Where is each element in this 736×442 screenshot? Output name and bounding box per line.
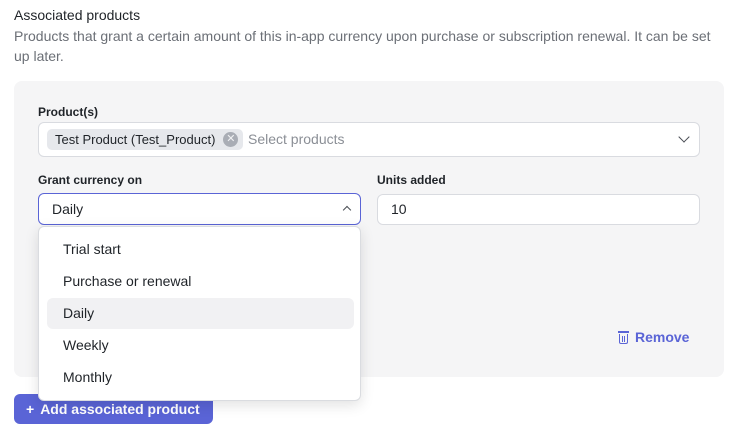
- close-circle-icon[interactable]: ✕: [223, 132, 239, 147]
- products-multiselect[interactable]: Test Product (Test_Product) ✕ Select pro…: [38, 122, 700, 157]
- products-label: Product(s): [38, 105, 98, 119]
- section-title: Associated products: [14, 7, 141, 23]
- option-monthly[interactable]: Monthly: [47, 362, 354, 393]
- grant-currency-dropdown: Trial start Purchase or renewal Daily We…: [38, 226, 361, 401]
- option-weekly[interactable]: Weekly: [47, 330, 354, 361]
- units-added-label: Units added: [377, 173, 446, 187]
- grant-currency-select[interactable]: Daily: [38, 193, 361, 225]
- remove-label: Remove: [635, 329, 690, 345]
- option-purchase-or-renewal[interactable]: Purchase or renewal: [47, 266, 354, 297]
- product-chip-label: Test Product (Test_Product): [55, 132, 216, 147]
- trash-icon: [618, 330, 629, 344]
- section-description: Products that grant a certain amount of …: [14, 28, 711, 64]
- grant-currency-value: Daily: [52, 201, 84, 217]
- units-added-input[interactable]: 10: [377, 194, 700, 225]
- add-associated-product-label: Add associated product: [40, 401, 200, 417]
- plus-icon: +: [26, 401, 35, 417]
- products-placeholder: Select products: [248, 131, 345, 147]
- chevron-down-icon: [678, 131, 690, 143]
- grant-currency-label: Grant currency on: [38, 173, 143, 187]
- remove-button[interactable]: Remove: [618, 328, 689, 346]
- chevron-up-icon: [342, 205, 352, 215]
- product-chip: Test Product (Test_Product) ✕: [47, 129, 244, 150]
- option-trial-start[interactable]: Trial start: [47, 234, 354, 265]
- option-daily[interactable]: Daily: [47, 298, 354, 329]
